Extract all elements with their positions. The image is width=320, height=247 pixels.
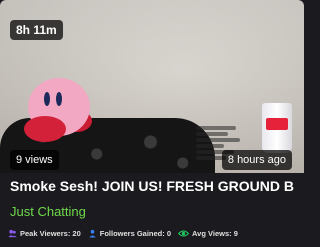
category-link[interactable]: Just Chatting (10, 204, 86, 219)
thumbnail-plush-eye (56, 92, 62, 106)
peak-viewers-icon (8, 229, 17, 237)
followers-icon (89, 229, 96, 238)
thumbnail-plush-eye (44, 92, 50, 106)
stat-label: Avg Views: 9 (192, 228, 238, 238)
views-badge: 9 views (10, 150, 59, 170)
thumbnail-plush-foot (24, 116, 66, 142)
stat-avg-views: Avg Views: 9 (178, 229, 238, 238)
vod-card[interactable]: 8h 11m 9 views 8 hours ago Smoke Sesh! J… (0, 0, 304, 247)
time-ago-badge: 8 hours ago (221, 150, 292, 170)
stat-peak-viewers: Peak Viewers: 20 (8, 229, 81, 238)
stat-label: Peak Viewers: 20 (20, 228, 81, 238)
eye-icon (178, 229, 190, 237)
stat-label: Followers Gained: 0 (99, 228, 172, 238)
video-title[interactable]: Smoke Sesh! JOIN US! FRESH GROUND B (10, 178, 300, 194)
stat-followers-gained: Followers Gained: 0 (88, 229, 171, 238)
stats-row: Peak Viewers: 20 Followers Gained: 0 Avg… (8, 226, 238, 240)
duration-badge: 8h 11m (10, 20, 63, 40)
thumbnail-cup-label (266, 118, 288, 130)
video-thumbnail[interactable]: 8h 11m 9 views 8 hours ago (0, 0, 304, 173)
